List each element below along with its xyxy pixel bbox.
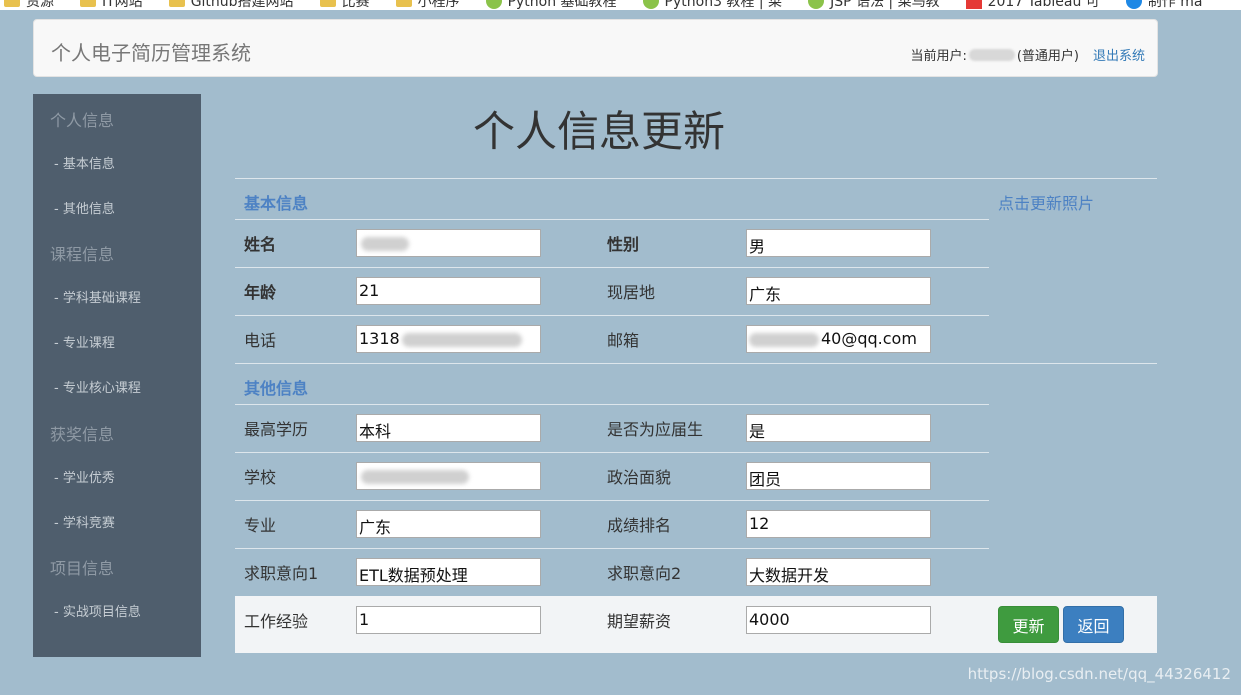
experience-field[interactable]: 1 (356, 606, 541, 634)
sidebar-section-awards: 获奖信息 (50, 425, 115, 444)
experience-label: 工作经验 (244, 612, 309, 631)
section-title-other: 其他信息 (244, 379, 309, 398)
page-title: 个人信息更新 (473, 107, 726, 156)
fresh-graduate-label: 是否为应届生 (607, 420, 704, 439)
age-field[interactable]: 21 (356, 277, 541, 305)
user-role: (普通用户) (1016, 49, 1079, 64)
user-info: 当前用户: (普通用户) 退出系统 (910, 45, 1145, 64)
user-prefix: 当前用户: (910, 49, 967, 64)
bookmarks-bar: 资源 IT网站 Github搭建网站 比赛 小程序 Python 基础教程 Py… (0, 0, 1241, 10)
job-intent-2-field[interactable]: 大数据开发 (746, 558, 931, 586)
email-label: 邮箱 (607, 331, 640, 350)
salary-label: 期望薪资 (607, 612, 672, 631)
sidebar-item-basic-courses[interactable]: - 学科基础课程 (54, 287, 141, 306)
back-button[interactable]: 返回 (1063, 606, 1124, 643)
major-label: 专业 (244, 516, 277, 535)
sidebar-section-courses: 课程信息 (50, 245, 115, 264)
redacted-email (749, 332, 819, 347)
bookmark[interactable]: IT网站 (80, 0, 143, 10)
logout-link[interactable]: 退出系统 (1093, 45, 1145, 64)
gender-field[interactable]: 男 (746, 229, 931, 257)
redacted-username (968, 48, 1015, 61)
redacted-name (361, 236, 409, 251)
age-label: 年龄 (244, 283, 277, 302)
divider (235, 548, 989, 549)
email-value: 40@qq.com (821, 329, 917, 348)
rank-field[interactable]: 12 (746, 510, 931, 538)
sidebar-section-personal: 个人信息 (50, 111, 115, 130)
name-label: 姓名 (244, 235, 277, 254)
salary-field[interactable]: 4000 (746, 606, 931, 634)
sidebar-item-academic-excellence[interactable]: - 学业优秀 (54, 467, 115, 486)
email-field[interactable]: 40@qq.com (746, 325, 931, 353)
degree-label: 最高学历 (244, 420, 309, 439)
bookmark[interactable]: Python3 教程 | 菜 (642, 0, 782, 10)
phone-label: 电话 (244, 331, 277, 350)
site-icon (485, 0, 502, 9)
bookmark[interactable]: Github搭建网站 (168, 0, 294, 10)
folder-icon (319, 0, 336, 7)
bookmark[interactable]: 制作 ma (1125, 0, 1202, 10)
bookmark[interactable]: 小程序 (395, 0, 460, 10)
job-intent-1-field[interactable]: ETL数据预处理 (356, 558, 541, 586)
divider (235, 267, 989, 268)
fresh-graduate-field[interactable]: 是 (746, 414, 931, 442)
redacted-phone (401, 332, 522, 347)
sidebar-item-projects[interactable]: - 实战项目信息 (54, 601, 141, 620)
divider (235, 178, 1157, 179)
politics-label: 政治面貌 (607, 468, 672, 487)
divider (235, 500, 989, 501)
degree-field[interactable]: 本科 (356, 414, 541, 442)
job-intent-1-label: 求职意向1 (244, 564, 319, 583)
site-icon (965, 0, 982, 9)
politics-field[interactable]: 团员 (746, 462, 931, 490)
name-field[interactable] (356, 229, 541, 257)
sidebar: 个人信息 - 基本信息 - 其他信息 课程信息 - 学科基础课程 - 专业课程 … (33, 94, 201, 657)
divider (235, 363, 1157, 364)
redacted-school (361, 469, 469, 484)
folder-icon (168, 0, 185, 7)
watermark: https://blog.csdn.net/qq_44326412 (967, 665, 1231, 683)
bookmark[interactable]: Python 基础教程 (485, 0, 617, 10)
folder-icon (395, 0, 412, 7)
sidebar-item-competitions[interactable]: - 学科竞赛 (54, 512, 115, 531)
location-label: 现居地 (607, 283, 656, 302)
sidebar-item-basic-info[interactable]: - 基本信息 (54, 153, 115, 172)
sidebar-item-other-info[interactable]: - 其他信息 (54, 198, 115, 217)
bookmark[interactable]: 2017 Tableau 可 (965, 0, 1100, 10)
folder-icon (4, 0, 20, 7)
school-label: 学校 (244, 468, 277, 487)
app-title[interactable]: 个人电子简历管理系统 (51, 37, 251, 66)
gender-label: 性别 (607, 235, 640, 254)
sidebar-section-projects: 项目信息 (50, 559, 115, 578)
bookmark[interactable]: JSP 语法 | 菜鸟教 (808, 0, 940, 10)
bookmark[interactable]: 比赛 (319, 0, 370, 10)
phone-value: 1318 (359, 329, 400, 348)
sidebar-item-core-courses[interactable]: - 专业核心课程 (54, 377, 141, 396)
site-icon (1125, 0, 1142, 9)
bookmark[interactable]: 资源 (4, 0, 54, 10)
rank-label: 成绩排名 (607, 516, 672, 535)
job-intent-2-label: 求职意向2 (607, 564, 682, 583)
site-icon (808, 0, 825, 9)
site-icon (642, 0, 659, 9)
location-field[interactable]: 广东 (746, 277, 931, 305)
divider (235, 315, 989, 316)
navbar: 个人电子简历管理系统 当前用户: (普通用户) 退出系统 (33, 19, 1158, 77)
update-button[interactable]: 更新 (998, 606, 1059, 643)
phone-field[interactable]: 1318 (356, 325, 541, 353)
section-title-basic: 基本信息 (244, 194, 309, 213)
folder-icon (80, 0, 96, 7)
school-field[interactable] (356, 462, 541, 490)
divider (235, 452, 989, 453)
divider (235, 404, 989, 405)
major-field[interactable]: 广东 (356, 510, 541, 538)
update-photo-link[interactable]: 点击更新照片 (998, 190, 1094, 214)
divider (235, 219, 989, 220)
sidebar-item-major-courses[interactable]: - 专业课程 (54, 332, 115, 351)
